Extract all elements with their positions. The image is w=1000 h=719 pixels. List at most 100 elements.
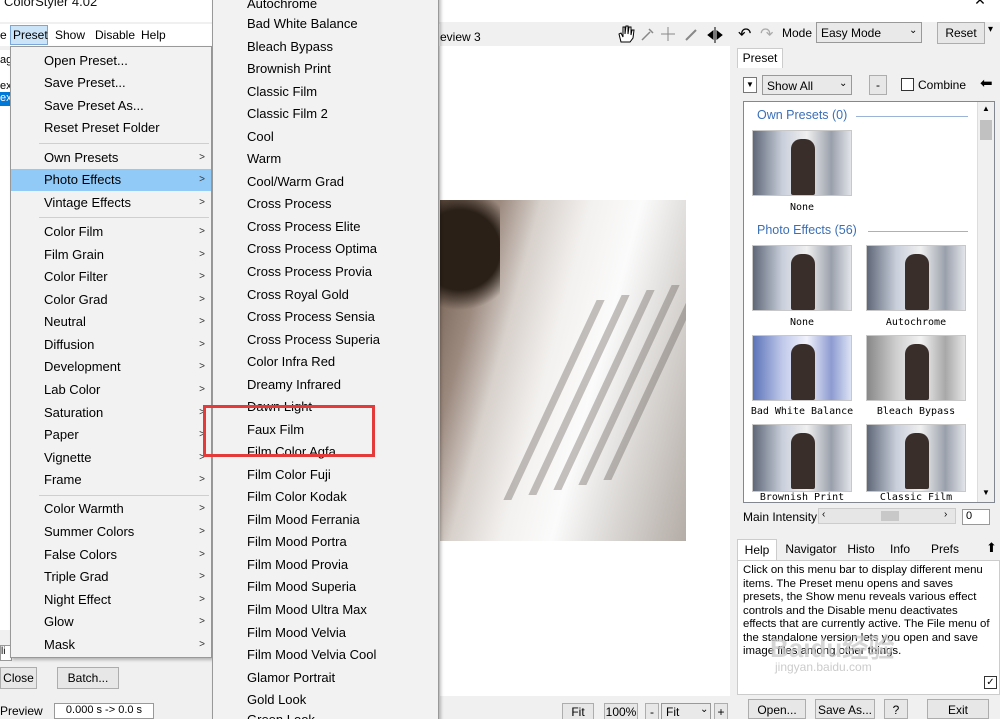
- help-button[interactable]: ?: [884, 699, 908, 719]
- submenu-item-film-mood-provia[interactable]: Film Mood Provia: [247, 554, 348, 576]
- menu-item-save-preset-as[interactable]: Save Preset As...: [11, 95, 211, 117]
- save-as-button[interactable]: Save As...: [815, 699, 875, 719]
- preset-thumb-bleach-bypass[interactable]: [866, 335, 966, 401]
- hand-icon[interactable]: [615, 24, 635, 44]
- preset-thumb-none[interactable]: [752, 245, 852, 311]
- preset-thumb-classic-film[interactable]: [866, 424, 966, 492]
- submenu-item-cross-process-provia[interactable]: Cross Process Provia: [247, 261, 372, 283]
- menu-item-neutral[interactable]: Neutral >: [11, 311, 211, 333]
- menu-item-color-film[interactable]: Color Film >: [11, 221, 211, 243]
- reset-dropdown-icon[interactable]: ▾: [988, 24, 993, 35]
- tab-info[interactable]: Info: [881, 542, 919, 556]
- menu-item-film-grain[interactable]: Film Grain >: [11, 244, 211, 266]
- zoom-out-button[interactable]: -: [645, 703, 659, 719]
- menu-file-partial[interactable]: e: [0, 28, 7, 42]
- combine-checkbox[interactable]: [901, 78, 914, 91]
- submenu-item-bad-white-balance[interactable]: Bad White Balance: [247, 13, 358, 35]
- menu-item-mask[interactable]: Mask >: [11, 634, 211, 656]
- menu-item-development[interactable]: Development >: [11, 356, 211, 378]
- crosshair-icon[interactable]: [660, 26, 676, 42]
- submenu-item-glamor-portrait[interactable]: Glamor Portrait: [247, 667, 335, 689]
- scroll-up-icon[interactable]: ▲: [982, 104, 990, 113]
- menu-disable[interactable]: Disable: [95, 28, 135, 42]
- submenu-item-film-mood-velvia-cool[interactable]: Film Mood Velvia Cool: [247, 644, 376, 666]
- intensity-value-field[interactable]: 0: [962, 509, 990, 525]
- slider-thumb[interactable]: [881, 511, 899, 521]
- zoom-select[interactable]: Fit ⌄: [661, 703, 711, 719]
- thumbs-scrollbar[interactable]: ▲ ▼: [977, 102, 994, 502]
- main-intensity-slider[interactable]: ‹ ›: [818, 508, 956, 524]
- preset-thumb-autochrome[interactable]: [866, 245, 966, 311]
- menu-item-photo-effects[interactable]: Photo Effects >: [11, 169, 211, 191]
- menu-item-color-grad[interactable]: Color Grad >: [11, 289, 211, 311]
- menu-item-reset-preset-folder[interactable]: Reset Preset Folder: [11, 117, 211, 139]
- menu-item-save-preset[interactable]: Save Preset...: [11, 72, 211, 94]
- undo-icon[interactable]: ↶: [738, 24, 751, 44]
- zoom-100-button[interactable]: 100%: [604, 703, 638, 719]
- menu-item-vintage-effects[interactable]: Vintage Effects >: [11, 192, 211, 214]
- arrow-left-icon[interactable]: ⬅: [980, 74, 993, 92]
- submenu-item-cool-warm-grad[interactable]: Cool/Warm Grad: [247, 171, 344, 193]
- submenu-item-film-mood-velvia[interactable]: Film Mood Velvia: [247, 622, 346, 644]
- menu-preset[interactable]: Preset: [13, 28, 48, 42]
- remove-preset-button[interactable]: -: [869, 75, 887, 95]
- preset-menu-icon[interactable]: ▼: [743, 77, 757, 93]
- slider-left-icon[interactable]: ‹: [822, 509, 825, 520]
- brush-icon[interactable]: [684, 26, 700, 42]
- preset-thumbnails[interactable]: Own Presets (0) None Photo Effects (56) …: [743, 101, 995, 503]
- redo-icon[interactable]: ↷: [760, 24, 773, 44]
- menu-item-saturation[interactable]: Saturation >: [11, 402, 211, 424]
- eyedropper-icon[interactable]: [640, 26, 656, 42]
- menu-item-paper[interactable]: Paper >: [11, 424, 211, 446]
- tab-prefs[interactable]: Prefs: [924, 542, 966, 556]
- submenu-item-film-color-kodak[interactable]: Film Color Kodak: [247, 486, 347, 508]
- submenu-item-film-mood-superia[interactable]: Film Mood Superia: [247, 576, 356, 598]
- preset-thumb-brownish-print[interactable]: [752, 424, 852, 492]
- submenu-item-color-infra-red[interactable]: Color Infra Red: [247, 351, 335, 373]
- submenu-item-cool[interactable]: Cool: [247, 126, 274, 148]
- menu-item-color-warmth[interactable]: Color Warmth >: [11, 498, 211, 520]
- tab-help[interactable]: Help: [737, 539, 777, 561]
- menu-item-diffusion[interactable]: Diffusion >: [11, 334, 211, 356]
- submenu-item-brownish-print[interactable]: Brownish Print: [247, 58, 331, 80]
- menu-help[interactable]: Help: [141, 28, 166, 42]
- submenu-item-green-look[interactable]: Green Look: [247, 709, 315, 719]
- submenu-item-film-mood-portra[interactable]: Film Mood Portra: [247, 531, 347, 553]
- submenu-item-classic-film-2[interactable]: Classic Film 2: [247, 103, 328, 125]
- submenu-item-warm[interactable]: Warm: [247, 148, 281, 170]
- open-button[interactable]: Open...: [748, 699, 806, 719]
- minimize-button[interactable]: —: [928, 0, 948, 8]
- menu-item-color-filter[interactable]: Color Filter >: [11, 266, 211, 288]
- menu-item-summer-colors[interactable]: Summer Colors >: [11, 521, 211, 543]
- tab-preset[interactable]: Preset: [737, 48, 783, 68]
- menu-item-triple-grad[interactable]: Triple Grad >: [11, 566, 211, 588]
- submenu-item-cross-royal-gold[interactable]: Cross Royal Gold: [247, 284, 349, 306]
- submenu-item-classic-film[interactable]: Classic Film: [247, 81, 317, 103]
- submenu-item-cross-process-superia[interactable]: Cross Process Superia: [247, 329, 380, 351]
- slider-right-icon[interactable]: ›: [944, 509, 947, 520]
- submenu-item-film-color-fuji[interactable]: Film Color Fuji: [247, 464, 331, 486]
- submenu-item-cross-process-sensia[interactable]: Cross Process Sensia: [247, 306, 375, 328]
- submenu-item-gold-look[interactable]: Gold Look: [247, 689, 306, 711]
- menu-item-glow[interactable]: Glow >: [11, 611, 211, 633]
- preset-thumb-none-own[interactable]: [752, 130, 852, 196]
- help-checkbox[interactable]: ✓: [984, 676, 997, 689]
- menu-show[interactable]: Show: [55, 28, 85, 42]
- mode-select[interactable]: Easy Mode ⌄: [816, 22, 922, 43]
- arrow-up-icon[interactable]: ⬆: [986, 540, 997, 556]
- split-view-icon[interactable]: [706, 26, 724, 44]
- batch-button[interactable]: Batch...: [57, 667, 119, 689]
- exit-button[interactable]: Exit: [927, 699, 989, 719]
- menu-item-open-preset[interactable]: Open Preset...: [11, 50, 211, 72]
- submenu-item-film-mood-ultra-max[interactable]: Film Mood Ultra Max: [247, 599, 367, 621]
- submenu-item-cross-process[interactable]: Cross Process: [247, 193, 332, 215]
- close-window-button[interactable]: ✕: [968, 0, 992, 9]
- scroll-thumb[interactable]: [980, 120, 992, 140]
- submenu-item-cross-process-optima[interactable]: Cross Process Optima: [247, 238, 377, 260]
- preset-thumb-bad-white-balance[interactable]: [752, 335, 852, 401]
- submenu-item-bleach-bypass[interactable]: Bleach Bypass: [247, 36, 333, 58]
- submenu-item-cross-process-elite[interactable]: Cross Process Elite: [247, 216, 360, 238]
- scroll-down-icon[interactable]: ▼: [982, 488, 990, 497]
- menu-item-own-presets[interactable]: Own Presets >: [11, 147, 211, 169]
- submenu-item-dreamy-infrared[interactable]: Dreamy Infrared: [247, 374, 341, 396]
